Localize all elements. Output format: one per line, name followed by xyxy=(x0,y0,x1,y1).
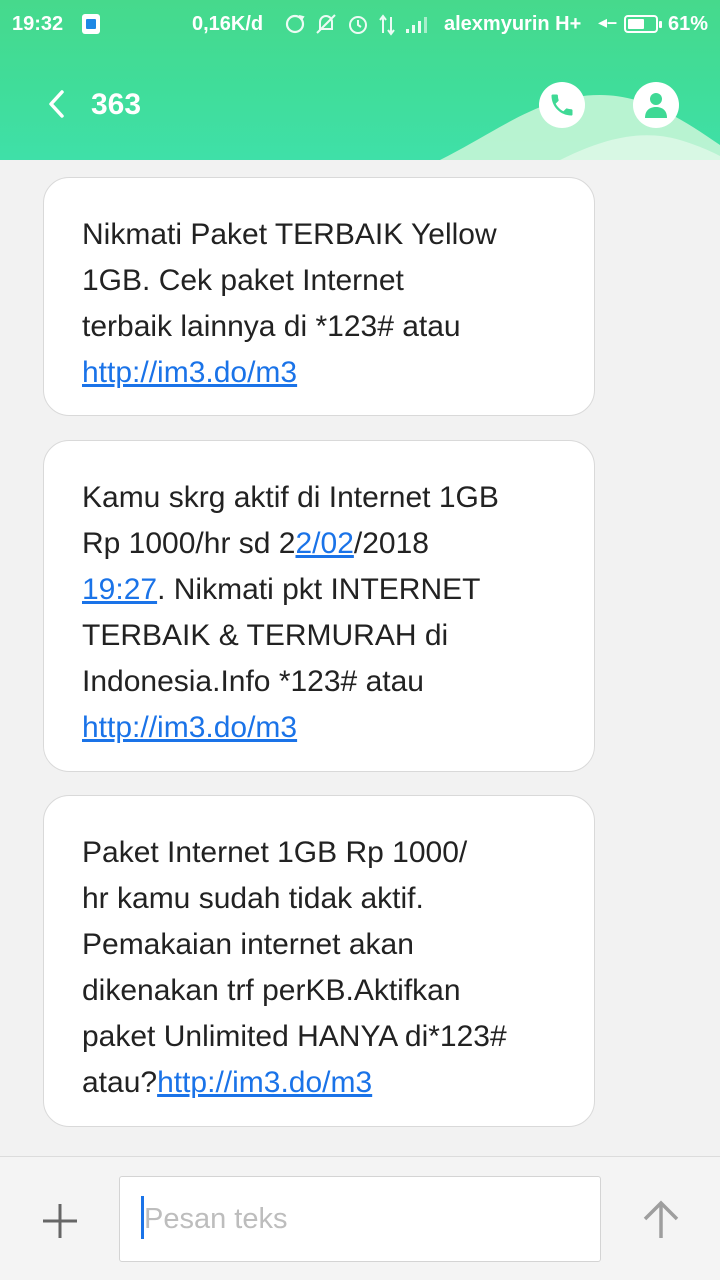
composer-bar xyxy=(0,1156,720,1280)
message-line: 19:27. Nikmati pkt INTERNET xyxy=(82,567,556,613)
message-bubble[interactable]: Kamu skrg aktif di Internet 1GB Rp 1000/h… xyxy=(43,440,595,772)
message-input[interactable] xyxy=(119,1176,601,1262)
message-line: Kamu skrg aktif di Internet 1GB xyxy=(82,475,556,521)
message-bubble[interactable]: Paket Internet 1GB Rp 1000/hr kamu sudah… xyxy=(43,795,595,1127)
app-header: 19:32 0,16K/d alexmyurin H+ ◂– 61% 363 xyxy=(0,0,720,160)
cell-signal-icon xyxy=(406,17,427,33)
message-line: terbaik lainnya di *123# atau xyxy=(82,304,556,350)
sync-icon xyxy=(285,14,305,34)
message-line: TERBAIK & TERMURAH di xyxy=(82,613,556,659)
message-link[interactable]: http://im3.do/m3 xyxy=(157,1066,372,1099)
battery-level xyxy=(628,19,644,29)
text-cursor xyxy=(141,1196,144,1239)
alarm-icon xyxy=(349,16,367,34)
message-text: 1GB. Cek paket Internet xyxy=(82,264,404,297)
message-bubble[interactable]: Nikmati Paket TERBAIK Yellow 1GB. Cek pak… xyxy=(43,177,595,416)
status-time: 19:32 xyxy=(12,13,64,35)
message-line: dikenakan trf perKB.Aktifkan xyxy=(82,968,556,1014)
message-text: terbaik lainnya di *123# atau xyxy=(82,310,461,343)
message-text: paket Unlimited HANYA di*123# xyxy=(82,1020,507,1053)
network-speed: 0,16K/d xyxy=(192,13,264,35)
call-button[interactable] xyxy=(539,82,585,128)
alarm-off-icon xyxy=(316,14,336,34)
status-bar: 19:32 0,16K/d alexmyurin H+ ◂– 61% xyxy=(0,0,720,50)
message-line: Indonesia.Info *123# atau xyxy=(82,659,556,705)
conversation-title: 363 xyxy=(91,88,142,121)
app-bar: 363 xyxy=(0,70,720,140)
message-link[interactable]: http://im3.do/m3 xyxy=(82,711,297,744)
message-list: Nikmati Paket TERBAIK Yellow 1GB. Cek pak… xyxy=(0,160,720,1156)
message-text: dikenakan trf perKB.Aktifkan xyxy=(82,974,461,1007)
status-icons xyxy=(284,11,432,37)
message-link[interactable]: http://im3.do/m3 xyxy=(82,356,297,389)
data-signal-icon xyxy=(379,14,395,36)
message-line: atau?http://im3.do/m3 xyxy=(82,1060,556,1106)
message-line: Pemakaian internet akan xyxy=(82,922,556,968)
contact-button[interactable] xyxy=(633,82,679,128)
back-button[interactable] xyxy=(36,82,76,126)
message-text: Kamu skrg aktif di Internet 1GB xyxy=(82,481,499,514)
message-line: Paket Internet 1GB Rp 1000/ xyxy=(82,830,556,876)
message-text: hr kamu sudah tidak aktif. xyxy=(82,882,424,915)
battery-icon xyxy=(624,15,662,33)
message-line: http://im3.do/m3 xyxy=(82,705,556,751)
message-link[interactable]: 19:27 xyxy=(82,573,157,606)
message-text: Pemakaian internet akan xyxy=(82,928,414,961)
message-line: paket Unlimited HANYA di*123# xyxy=(82,1014,556,1060)
send-arrow-icon[interactable] xyxy=(640,1198,682,1240)
message-link[interactable]: 2/02 xyxy=(295,527,353,560)
message-text: Paket Internet 1GB Rp 1000/ xyxy=(82,836,468,869)
person-icon xyxy=(645,93,667,118)
message-line: http://im3.do/m3 xyxy=(82,350,556,396)
message-text: TERBAIK & TERMURAH di xyxy=(82,619,449,652)
message-line: hr kamu sudah tidak aktif. xyxy=(82,876,556,922)
battery-percent: 61% xyxy=(668,13,709,35)
message-text: atau? xyxy=(82,1066,158,1099)
back-arrow-icon xyxy=(49,90,64,118)
message-text: Rp 1000/hr sd 2 xyxy=(82,527,296,560)
carrier-name: alexmyurin H+ xyxy=(444,13,582,35)
message-line: Nikmati Paket TERBAIK Yellow xyxy=(82,212,556,258)
message-line: Rp 1000/hr sd 22/02/2018 xyxy=(82,521,556,567)
sim-notification-icon xyxy=(82,14,100,34)
plus-icon[interactable] xyxy=(40,1201,80,1241)
message-text: Nikmati Paket TERBAIK Yellow xyxy=(82,218,497,251)
message-line: 1GB. Cek paket Internet xyxy=(82,258,556,304)
phone-icon xyxy=(551,94,573,116)
message-text: Indonesia.Info *123# atau xyxy=(82,665,424,698)
charging-arrow-icon: ◂– xyxy=(598,12,618,32)
message-text: . Nikmati pkt INTERNET xyxy=(157,573,481,606)
message-text: /2018 xyxy=(353,527,429,560)
